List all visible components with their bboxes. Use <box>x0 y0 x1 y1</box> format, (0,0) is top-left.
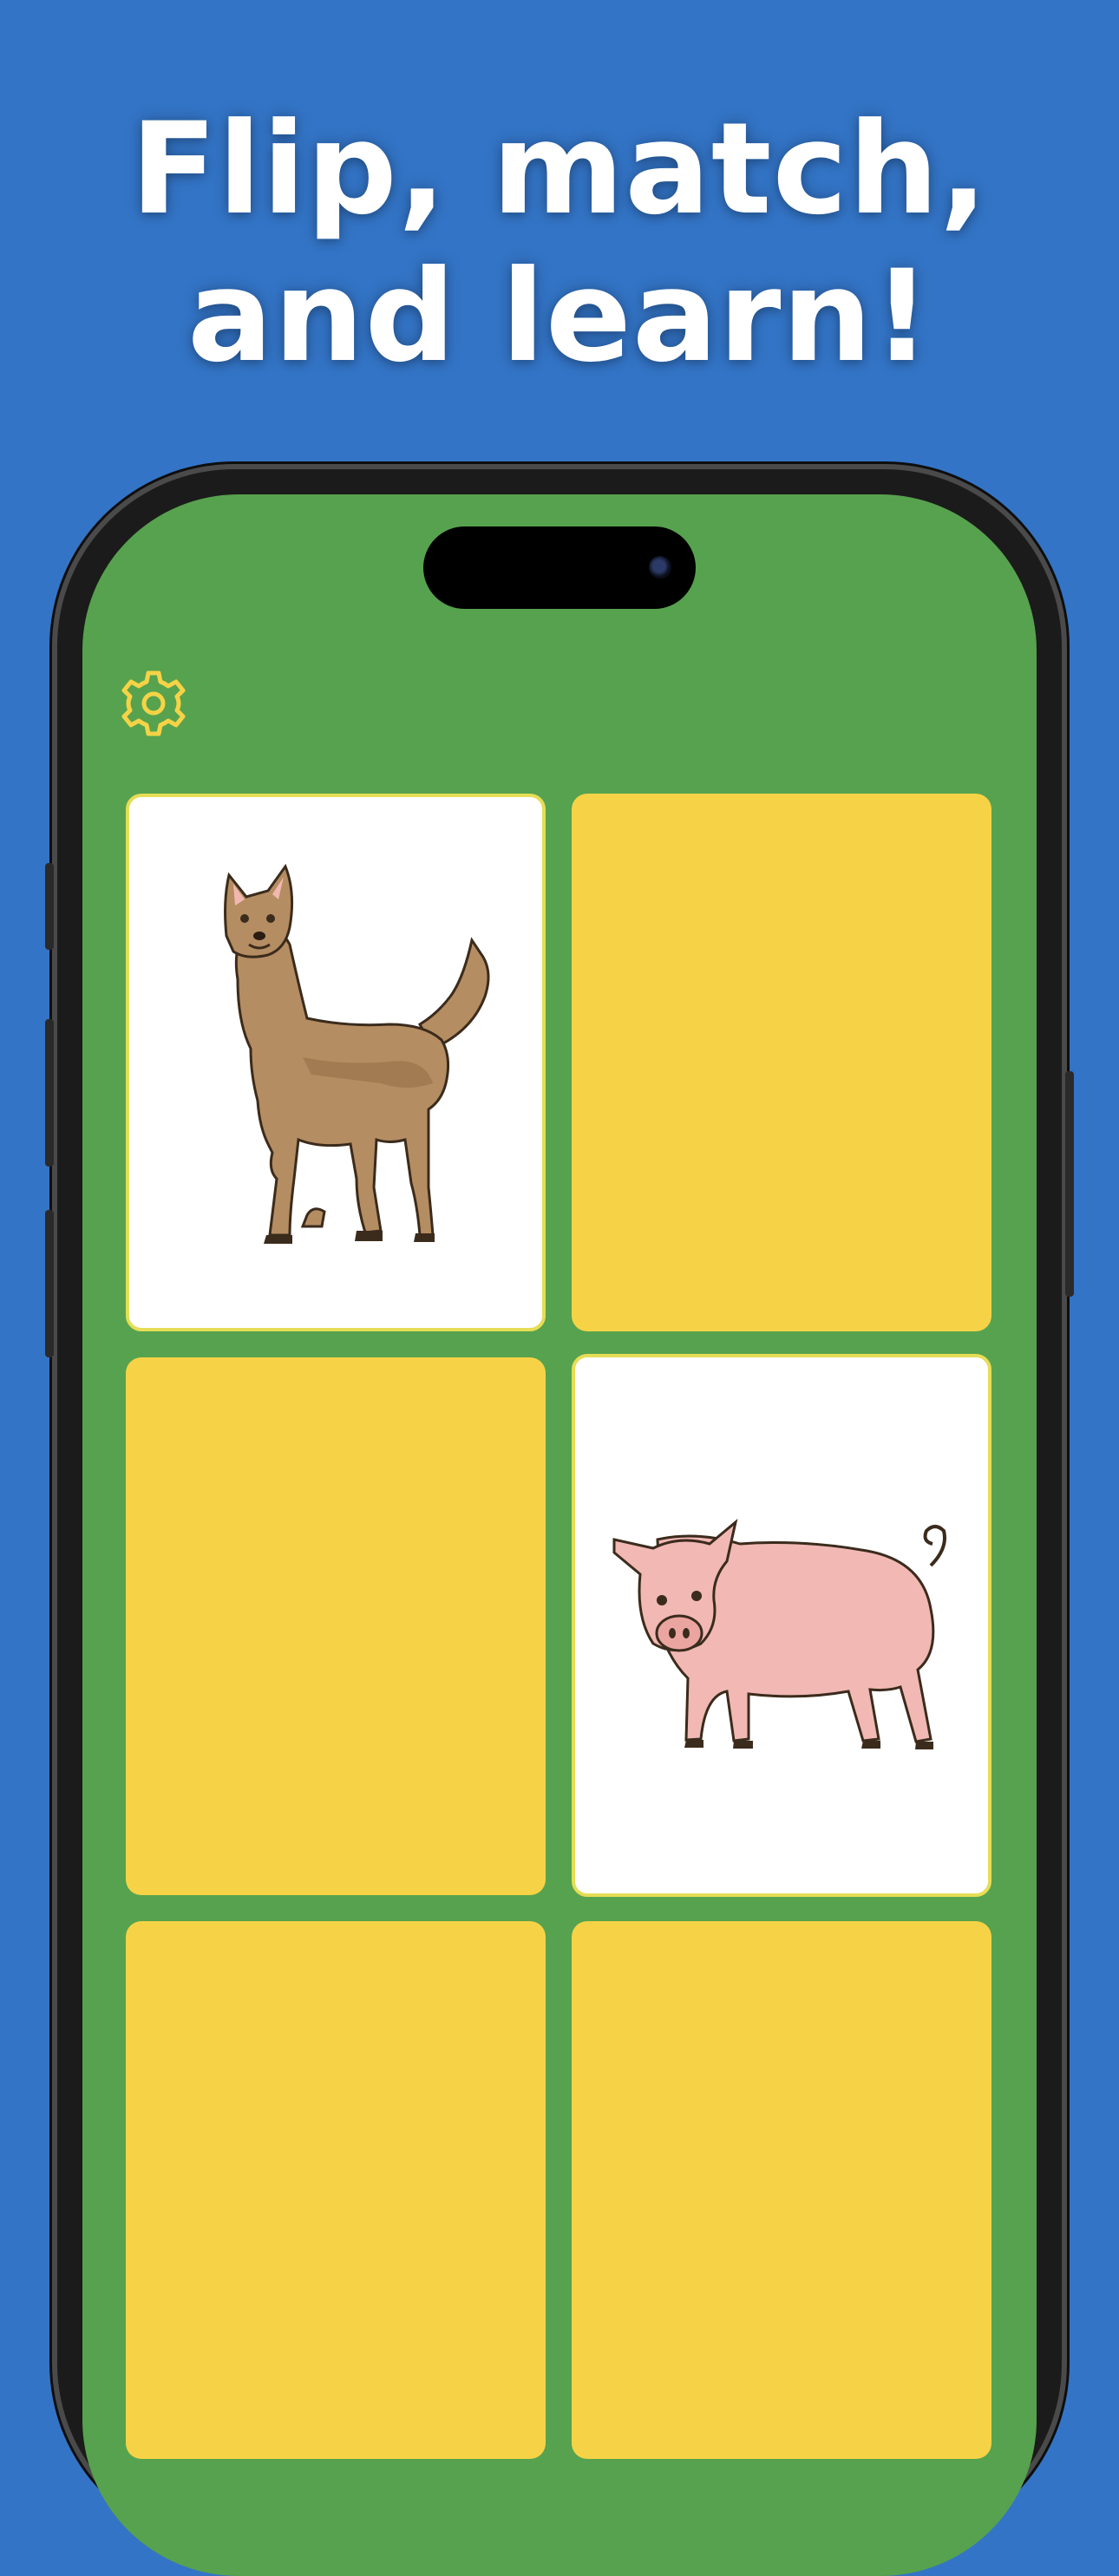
app-screen <box>82 494 1037 2576</box>
phone-frame <box>45 464 1074 2576</box>
headline-line-1: Flip, match, <box>130 95 989 243</box>
card-face-down[interactable] <box>126 1357 546 1895</box>
camera-icon <box>649 556 671 579</box>
volume-down-button <box>45 1210 54 1357</box>
action-button <box>45 863 54 950</box>
card-face-down[interactable] <box>126 1921 546 2459</box>
headline-line-2: and learn! <box>187 243 932 390</box>
volume-up-button <box>45 1019 54 1167</box>
power-button <box>1065 1071 1074 1297</box>
card-pig[interactable] <box>572 1354 991 1897</box>
gear-icon[interactable] <box>118 668 189 739</box>
pig-image <box>612 1519 946 1749</box>
dynamic-island <box>423 526 696 609</box>
card-dog[interactable] <box>126 794 546 1331</box>
dog-image <box>224 863 490 1244</box>
card-face-down[interactable] <box>572 1921 991 2459</box>
card-face-down[interactable] <box>572 794 991 1331</box>
headline: Flip, match, and learn! <box>0 95 1119 390</box>
